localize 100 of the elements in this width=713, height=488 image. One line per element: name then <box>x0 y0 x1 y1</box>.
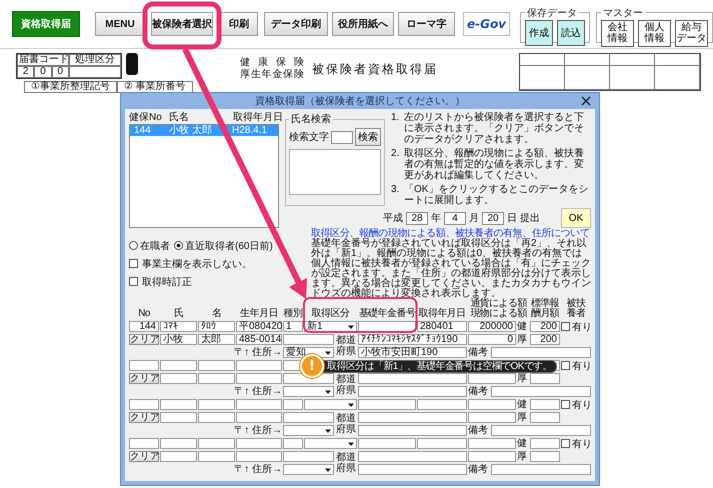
radio-button[interactable] <box>174 241 183 250</box>
postal-code-field[interactable]: 485-0014 <box>236 334 282 345</box>
address-kana-field[interactable]: ｱｲﾁｹﾝｺﾏｷｼﾔｽﾀﾞﾁｮｳ190 <box>358 334 467 345</box>
postal-code-field[interactable] <box>236 412 282 423</box>
clear-button[interactable]: クリア <box>129 334 159 345</box>
salary-field[interactable] <box>530 438 560 449</box>
surname-field[interactable] <box>160 451 197 462</box>
prefecture-dropdown[interactable] <box>283 425 334 436</box>
checkbox[interactable] <box>561 322 570 331</box>
address-field[interactable]: 小牧市安田町190 <box>358 347 467 358</box>
type-field[interactable]: 1 <box>283 321 303 332</box>
toolbar-button[interactable]: 被保険者選択 <box>151 12 213 36</box>
pension-number-field[interactable] <box>358 399 416 410</box>
number-field[interactable] <box>129 438 159 449</box>
class-dropdown[interactable] <box>304 399 357 410</box>
given-name-field[interactable] <box>198 399 235 410</box>
address-field[interactable] <box>358 464 467 475</box>
radio-button[interactable] <box>129 241 138 250</box>
type-field[interactable] <box>283 438 303 449</box>
postal-code-field[interactable] <box>236 451 282 462</box>
surname-field[interactable] <box>160 360 197 371</box>
amount-field[interactable]: 200000 <box>468 321 516 332</box>
input-field[interactable] <box>283 412 334 423</box>
amount-field[interactable] <box>468 412 516 423</box>
given-name-field[interactable]: ﾀﾛｳ <box>198 321 235 332</box>
address-field[interactable] <box>358 425 467 436</box>
address-kana-field[interactable] <box>358 412 467 423</box>
surname-field[interactable]: 小牧 <box>160 334 197 345</box>
salary-field[interactable] <box>530 412 560 423</box>
salary-field[interactable] <box>530 451 560 462</box>
postal-code-field[interactable] <box>236 373 282 384</box>
remarks-field[interactable] <box>491 386 591 397</box>
surname-field[interactable] <box>160 373 197 384</box>
checkbox[interactable] <box>129 259 138 268</box>
search-button[interactable]: 検索 <box>355 128 381 146</box>
given-name-field[interactable] <box>198 412 235 423</box>
date-field[interactable] <box>417 399 467 410</box>
surname-field[interactable]: ｺﾏｷ <box>160 321 197 332</box>
birthdate-field[interactable] <box>236 399 282 410</box>
main-button[interactable]: 資格取得届 <box>12 11 80 37</box>
toolbar-button[interactable]: MENU <box>95 12 145 36</box>
address-kana-field[interactable] <box>358 451 467 462</box>
clear-button[interactable]: クリア <box>129 412 159 423</box>
toolbar-button[interactable]: ローマ字 <box>398 12 455 36</box>
type-field[interactable] <box>283 360 303 371</box>
day-field[interactable]: 20 <box>482 212 504 224</box>
given-name-field[interactable] <box>198 360 235 371</box>
address-kana-field[interactable] <box>358 373 467 384</box>
remarks-field[interactable] <box>491 347 591 358</box>
master-button[interactable]: 個人 情報 <box>638 20 671 46</box>
master-button[interactable]: 会社 情報 <box>601 20 634 46</box>
checkbox[interactable] <box>129 277 138 286</box>
given-name-field[interactable] <box>198 373 235 384</box>
amount-field[interactable] <box>468 438 516 449</box>
number-field[interactable] <box>129 399 159 410</box>
ok-button[interactable]: OK <box>561 208 591 228</box>
clear-button[interactable]: クリア <box>129 451 159 462</box>
prefecture-dropdown[interactable] <box>283 464 334 475</box>
surname-field[interactable] <box>160 412 197 423</box>
birthdate-field[interactable] <box>236 360 282 371</box>
clear-button[interactable]: クリア <box>129 373 159 384</box>
date-field[interactable] <box>417 438 467 449</box>
checkbox[interactable] <box>561 361 570 370</box>
checkbox[interactable] <box>561 400 570 409</box>
birthdate-field[interactable] <box>236 438 282 449</box>
prefecture-dropdown[interactable] <box>283 386 334 397</box>
address-field[interactable] <box>358 386 467 397</box>
pension-number-field[interactable] <box>358 438 416 449</box>
remarks-field[interactable] <box>491 464 591 475</box>
birthdate-field[interactable]: 平080420 <box>236 321 282 332</box>
given-name-field[interactable] <box>198 451 235 462</box>
amount-field[interactable] <box>468 399 516 410</box>
help-link[interactable]: 取得区分、報酬の現物による額、被扶養者の有無、住所について <box>311 228 591 239</box>
remarks-field[interactable] <box>491 425 591 436</box>
salary-field[interactable] <box>530 373 560 384</box>
toolbar-button[interactable]: 役所用紙へ <box>332 12 394 36</box>
master-button[interactable]: 給与 データ <box>675 20 708 46</box>
search-field[interactable] <box>331 130 353 144</box>
given-name-field[interactable]: 太郎 <box>198 334 235 345</box>
salary-field[interactable] <box>530 399 560 410</box>
input-field[interactable] <box>283 451 334 462</box>
amount-field[interactable]: 0 <box>468 334 516 345</box>
prefecture-dropdown[interactable]: 愛知 <box>283 347 334 358</box>
number-field[interactable]: 144 <box>129 321 159 332</box>
save-button[interactable]: 読込 <box>557 20 585 46</box>
type-field[interactable] <box>283 399 303 410</box>
amount-field[interactable] <box>468 373 516 384</box>
year-field[interactable]: 28 <box>406 212 428 224</box>
number-field[interactable] <box>129 360 159 371</box>
surname-field[interactable] <box>160 399 197 410</box>
salary-field[interactable]: 200 <box>530 334 560 345</box>
results-box[interactable] <box>289 149 381 195</box>
given-name-field[interactable] <box>198 438 235 449</box>
close-icon[interactable] <box>581 96 591 106</box>
month-field[interactable]: 4 <box>444 212 466 224</box>
salary-field[interactable]: 200 <box>530 321 560 332</box>
amount-field[interactable] <box>468 451 516 462</box>
pension-number-field[interactable] <box>358 321 416 332</box>
surname-field[interactable] <box>160 438 197 449</box>
class-dropdown[interactable] <box>304 438 357 449</box>
